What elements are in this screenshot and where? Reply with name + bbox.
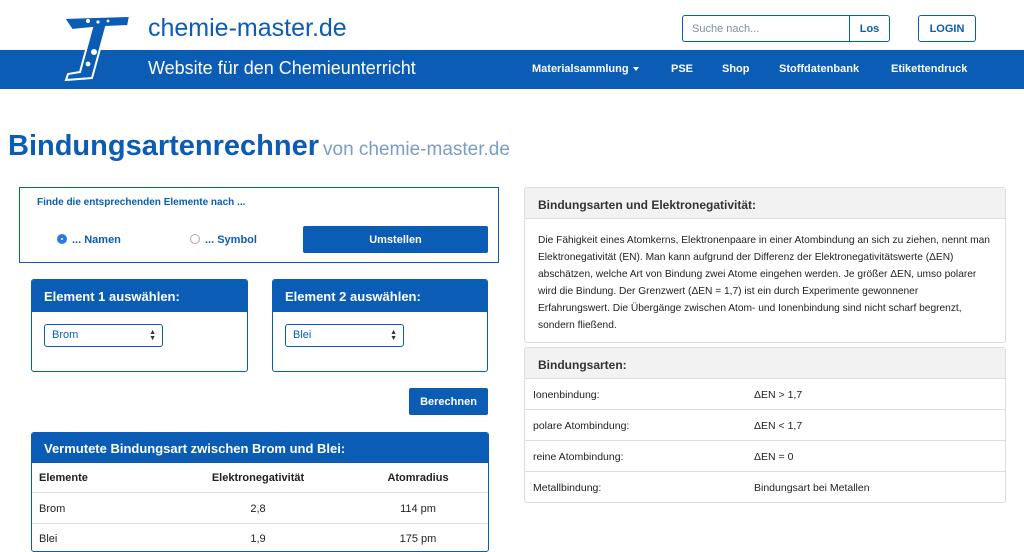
table-row: Ionenbindung: ΔEN > 1,7 bbox=[525, 379, 1005, 410]
nav-item-shop[interactable]: Shop bbox=[722, 63, 750, 75]
finder-title: Finde die entsprechenden Elemente nach .… bbox=[37, 197, 246, 208]
element1-select[interactable]: Brom ▲ ▼ bbox=[44, 324, 163, 347]
column-header: Atomradius bbox=[387, 472, 449, 484]
table-cell: 175 pm bbox=[399, 533, 437, 545]
bond-types-panel: Bindungsarten: Ionenbindung: ΔEN > 1,7 p… bbox=[524, 347, 1006, 503]
page-title-main: Bindungsartenrechner bbox=[8, 130, 319, 162]
login-button[interactable]: LOGIN bbox=[918, 15, 976, 42]
radio-by-name[interactable]: ... Namen bbox=[57, 234, 121, 246]
radio-by-symbol-label: ... Symbol bbox=[205, 234, 257, 246]
switch-button[interactable]: Umstellen bbox=[303, 226, 488, 253]
result-panel: Vermutete Bindungsart zwischen Brom und … bbox=[31, 432, 489, 552]
element1-heading: Element 1 auswählen: bbox=[32, 280, 247, 312]
select-arrows-icon: ▲ ▼ bbox=[149, 329, 156, 342]
element-search-mode-panel: Finde die entsprechenden Elemente nach .… bbox=[19, 187, 499, 263]
table-row: reine Atombindung: ΔEN = 0 bbox=[525, 441, 1005, 472]
bond-type-rule: ΔEN = 0 bbox=[754, 451, 794, 463]
element1-select-value: Brom bbox=[52, 329, 79, 341]
search-input[interactable] bbox=[682, 15, 850, 42]
nav-item-materialsammlung[interactable]: Materialsammlung bbox=[532, 63, 639, 75]
bond-type-name: Ionenbindung: bbox=[533, 389, 600, 401]
table-row: polare Atombindung: ΔEN < 1,7 bbox=[525, 410, 1005, 441]
bond-type-name: polare Atombindung: bbox=[533, 420, 630, 432]
table-cell: 1,9 bbox=[250, 533, 266, 545]
result-heading: Vermutete Bindungsart zwischen Brom und … bbox=[32, 433, 488, 463]
nav-item-pse[interactable]: PSE bbox=[671, 63, 693, 75]
bond-type-rule: ΔEN < 1,7 bbox=[754, 420, 803, 432]
table-cell: Blei bbox=[39, 533, 58, 545]
page-title-sub: von chemie-master.de bbox=[323, 139, 510, 160]
search-button[interactable]: Los bbox=[849, 15, 890, 42]
page-title: Bindungsartenrechner von chemie-master.de bbox=[8, 130, 510, 163]
site-name[interactable]: chemie-master.de bbox=[148, 14, 347, 43]
calculate-button[interactable]: Berechnen bbox=[409, 388, 488, 415]
column-header: Elektronegativität bbox=[211, 472, 305, 484]
nav-item-label: Materialsammlung bbox=[532, 63, 629, 75]
table-row: Metallbindung: Bindungsart bei Metallen bbox=[525, 472, 1005, 502]
info-heading: Bindungsarten und Elektronegativität: bbox=[525, 188, 1005, 219]
info-text: Die Fähigkeit eines Atomkerns, Elektrone… bbox=[538, 235, 990, 331]
info-panel: Bindungsarten und Elektronegativität: Di… bbox=[524, 187, 1006, 343]
radio-by-symbol[interactable]: ... Symbol bbox=[190, 234, 257, 246]
column-header: Elemente bbox=[39, 472, 88, 484]
element1-panel: Element 1 auswählen: Brom ▲ ▼ bbox=[31, 279, 248, 372]
result-table-header: Elemente Elektronegativität Atomradius bbox=[32, 463, 488, 493]
table-cell: 114 pm bbox=[400, 503, 436, 515]
table-row: Brom 2,8 114 pm bbox=[32, 494, 488, 524]
radio-by-name-label: ... Namen bbox=[72, 234, 121, 246]
site-logo[interactable] bbox=[58, 12, 136, 84]
element2-panel: Element 2 auswählen: Blei ▲ ▼ bbox=[272, 279, 488, 372]
element2-heading: Element 2 auswählen: bbox=[273, 280, 487, 312]
element2-select-value: Blei bbox=[293, 329, 312, 341]
bond-type-rule: Bindungsart bei Metallen bbox=[754, 482, 870, 494]
table-cell: 2,8 bbox=[250, 503, 266, 515]
element2-select[interactable]: Blei ▲ ▼ bbox=[285, 324, 404, 347]
site-tagline: Website für den Chemieunterricht bbox=[148, 58, 416, 78]
radio-unchecked-icon bbox=[190, 234, 200, 244]
nav-item-stoffdatenbank[interactable]: Stoffdatenbank bbox=[779, 63, 859, 75]
bond-type-name: reine Atombindung: bbox=[533, 451, 624, 463]
bond-types-heading: Bindungsarten: bbox=[525, 348, 1005, 379]
caret-down-icon bbox=[632, 67, 639, 72]
table-cell: Brom bbox=[39, 503, 66, 515]
select-arrows-icon: ▲ ▼ bbox=[390, 329, 397, 342]
bond-type-rule: ΔEN > 1,7 bbox=[754, 389, 803, 401]
bond-type-name: Metallbindung: bbox=[533, 482, 602, 494]
radio-checked-icon bbox=[57, 234, 67, 244]
nav-item-etikettendruck[interactable]: Etikettendruck bbox=[891, 63, 967, 75]
